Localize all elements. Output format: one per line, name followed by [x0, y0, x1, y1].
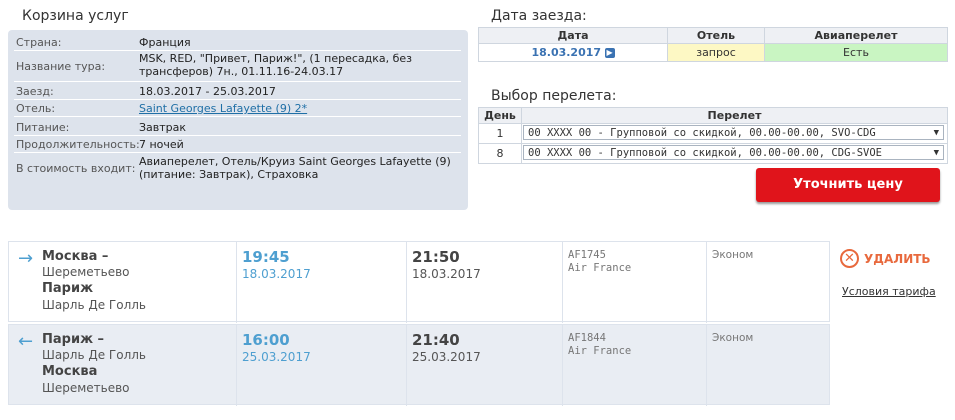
divider: [236, 325, 237, 406]
to-airport: Шарль Де Голль: [42, 298, 147, 312]
flight-choice-day: 1: [478, 123, 522, 144]
divider: [406, 325, 407, 406]
basket-row-meal: Питание: Завтрак: [14, 121, 461, 136]
basket-title: Корзина услуг: [22, 8, 129, 24]
delete-button[interactable]: УДАЛИТЬ: [864, 252, 931, 266]
from-city: Москва –: [42, 249, 109, 264]
basket-label: Заезд:: [16, 85, 54, 98]
flight-code: AF1844: [568, 332, 606, 344]
divider: [562, 325, 563, 406]
departure-date: 25.03.2017: [242, 350, 311, 364]
divider: [406, 242, 407, 323]
arrival-date: 25.03.2017: [412, 350, 481, 364]
checkin-header-date: Дата: [478, 27, 668, 44]
basket-label: Продолжительность:: [16, 138, 140, 151]
flight-select-value: 00 XXXX 00 - Групповой со скидкой, 00.00…: [528, 147, 883, 159]
checkin-title: Дата заезда:: [491, 8, 587, 24]
close-icon[interactable]: ✕: [840, 249, 859, 268]
basket-row-includes: В стоимость входит: Авиаперелет, Отель/К…: [14, 155, 461, 184]
divider: [236, 242, 237, 323]
to-city: Москва: [42, 364, 98, 379]
basket-row-hotel: Отель: Saint Georges Lafayette (9) 2*: [14, 102, 461, 117]
to-airport: Шереметьево: [42, 381, 130, 395]
divider: [706, 325, 707, 406]
flight-code: AF1745: [568, 249, 606, 261]
refine-price-button[interactable]: Уточнить цену: [756, 168, 940, 202]
departure-time: 19:45: [242, 248, 290, 266]
basket-label: Название тура:: [16, 60, 106, 73]
basket-value: Завтрак: [139, 121, 187, 134]
hotel-link[interactable]: Saint Georges Lafayette (9) 2*: [139, 102, 307, 115]
from-airport: Шарль Де Голль: [42, 348, 147, 362]
departure-date: 18.03.2017: [242, 267, 311, 281]
basket-panel: Страна: Франция Название тура: MSK, RED,…: [8, 30, 468, 210]
chevron-down-icon[interactable]: ▼: [934, 126, 939, 139]
flight-choice-header-day: День: [478, 107, 522, 124]
fare-class: Эконом: [712, 249, 754, 261]
arrow-right-icon: →: [18, 248, 34, 269]
arrival-date: 18.03.2017: [412, 267, 481, 281]
basket-value: 7 ночей: [139, 138, 184, 151]
divider: [706, 242, 707, 323]
basket-label: В стоимость входит:: [16, 162, 136, 175]
flight-choice-day: 8: [478, 143, 522, 164]
from-airport: Шереметьево: [42, 265, 130, 279]
basket-value: Франция: [139, 36, 191, 49]
checkin-header-hotel: Отель: [667, 27, 765, 44]
fare-class: Эконом: [712, 332, 754, 344]
arrow-right-icon[interactable]: ▶: [604, 48, 615, 58]
basket-label: Отель:: [16, 102, 56, 115]
departure-time: 16:00: [242, 331, 290, 349]
checkin-date[interactable]: 18.03.2017: [531, 46, 601, 59]
checkin-table: Дата Отель Авиаперелет 18.03.2017 ▶ запр…: [478, 27, 948, 62]
checkin-flight-status: Есть: [764, 43, 948, 62]
chevron-down-icon[interactable]: ▼: [934, 146, 939, 159]
basket-row-tour: Название тура: MSK, RED, "Привет, Париж!…: [14, 52, 461, 82]
basket-row-duration: Продолжительность: 7 ночей: [14, 138, 461, 153]
arrival-time: 21:40: [412, 331, 460, 349]
airline: Air France: [568, 262, 632, 274]
arrow-left-icon: ←: [18, 331, 34, 352]
basket-value: 18.03.2017 - 25.03.2017: [139, 85, 276, 98]
basket-value: Авиаперелет, Отель/Круиз Saint Georges L…: [139, 155, 451, 181]
flight-select-return[interactable]: 00 XXXX 00 - Групповой со скидкой, 00.00…: [523, 145, 944, 160]
basket-label: Страна:: [16, 36, 62, 49]
flight-select-value: 00 XXXX 00 - Групповой со скидкой, 00.00…: [528, 127, 876, 139]
arrival-time: 21:50: [412, 248, 460, 266]
basket-row-checkin: Заезд: 18.03.2017 - 25.03.2017: [14, 85, 461, 100]
basket-row-country: Страна: Франция: [14, 36, 461, 51]
flight-segment-outbound: → Москва – Шереметьево Париж Шарль Де Го…: [8, 241, 830, 323]
basket-value: MSK, RED, "Привет, Париж!", (1 пересадка…: [139, 52, 413, 78]
flight-select-outbound[interactable]: 00 XXXX 00 - Групповой со скидкой, 00.00…: [523, 125, 944, 140]
flight-choice-header-flight: Перелет: [521, 107, 948, 124]
to-city: Париж: [42, 281, 94, 296]
flight-segment-return: ← Париж – Шарль Де Голль Москва Шереметь…: [8, 324, 830, 406]
from-city: Париж –: [42, 332, 105, 347]
tariff-conditions-link[interactable]: Условия тарифа: [842, 285, 936, 298]
flight-choice-title: Выбор перелета:: [491, 88, 617, 104]
checkin-date-cell[interactable]: 18.03.2017 ▶: [478, 43, 668, 62]
checkin-hotel-status: запрос: [667, 43, 765, 62]
airline: Air France: [568, 345, 632, 357]
basket-label: Питание:: [16, 121, 70, 134]
checkin-header-flight: Авиаперелет: [764, 27, 948, 44]
divider: [562, 242, 563, 323]
